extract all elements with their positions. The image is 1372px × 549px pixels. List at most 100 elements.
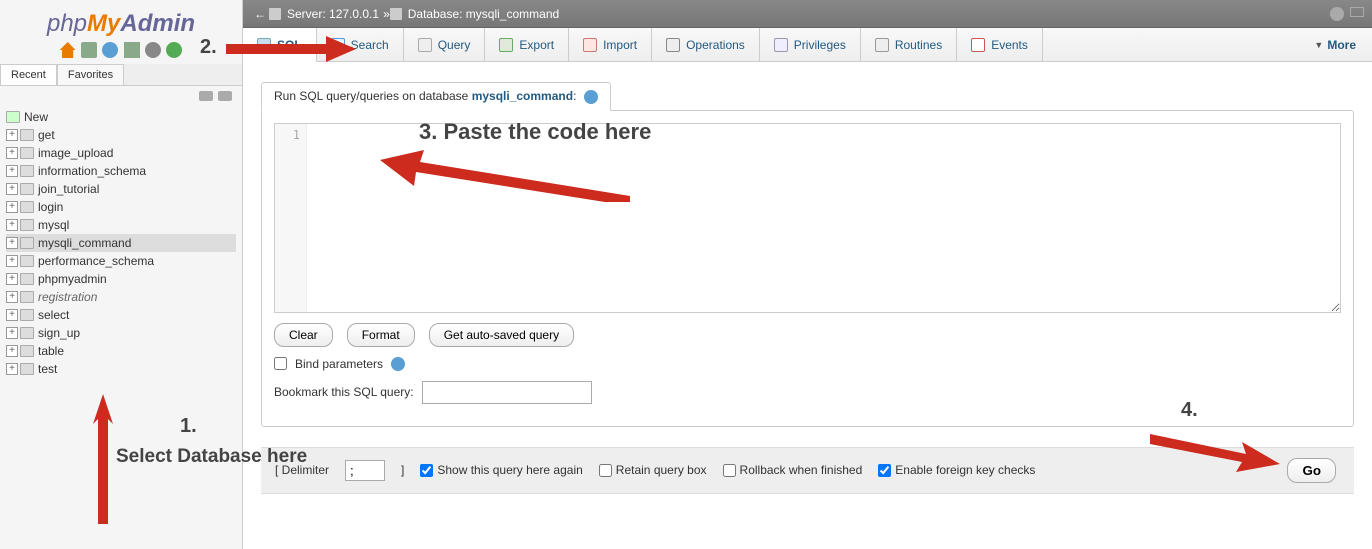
expand-icon[interactable]: + xyxy=(6,183,18,195)
help-icon[interactable] xyxy=(584,90,598,104)
privileges-icon xyxy=(774,38,788,52)
tree-item-label: mysqli_command xyxy=(38,236,131,250)
expand-icon[interactable]: + xyxy=(6,237,18,249)
bind-params-label: Bind parameters xyxy=(295,357,383,371)
retain-option[interactable]: Retain query box xyxy=(599,463,707,477)
crumb-server[interactable]: Server: 127.0.0.1 xyxy=(287,7,379,21)
docs-icon[interactable] xyxy=(102,42,118,58)
expand-icon[interactable]: + xyxy=(6,345,18,357)
go-button[interactable]: Go xyxy=(1287,458,1336,483)
tab-query[interactable]: Query xyxy=(404,28,486,61)
events-icon xyxy=(971,38,985,52)
expand-icon[interactable]: + xyxy=(6,219,18,231)
tab-events[interactable]: Events xyxy=(957,28,1043,61)
tab-privileges[interactable]: Privileges xyxy=(760,28,861,61)
tab-routines[interactable]: Routines xyxy=(861,28,957,61)
home-icon[interactable] xyxy=(60,42,76,58)
rollback-option[interactable]: Rollback when finished xyxy=(723,463,863,477)
tab-search[interactable]: Search xyxy=(317,28,404,61)
expand-icon[interactable]: + xyxy=(6,273,18,285)
clear-button[interactable]: Clear xyxy=(274,323,333,347)
database-icon xyxy=(20,165,34,177)
bookmark-input[interactable] xyxy=(422,381,592,404)
tab-favorites[interactable]: Favorites xyxy=(57,64,124,85)
tree-item-performance_schema[interactable]: +performance_schema xyxy=(6,252,236,270)
sidebar-toolbar xyxy=(0,42,242,64)
tree-item-select[interactable]: +select xyxy=(6,306,236,324)
nav-icon[interactable] xyxy=(124,42,140,58)
import-icon xyxy=(583,38,597,52)
page-settings-icon[interactable] xyxy=(1330,7,1344,21)
tree-item-label: phpmyadmin xyxy=(38,272,107,286)
tree-item-phpmyadmin[interactable]: + phpmyadmin xyxy=(6,270,236,288)
expand-icon[interactable]: + xyxy=(6,327,18,339)
rollback-checkbox[interactable] xyxy=(723,464,736,477)
query-icon xyxy=(418,38,432,52)
tab-import[interactable]: Import xyxy=(569,28,652,61)
tab-export[interactable]: Export xyxy=(485,28,569,61)
database-tree: New + get + image_upload +information_schema… xyxy=(0,108,242,378)
database-icon xyxy=(20,291,34,303)
tab-operations[interactable]: Operations xyxy=(652,28,760,61)
tree-item-join_tutorial[interactable]: +join_tutorial xyxy=(6,180,236,198)
retain-checkbox[interactable] xyxy=(599,464,612,477)
delimiter-input[interactable] xyxy=(345,460,385,481)
routines-icon xyxy=(875,38,889,52)
tree-item-label: login xyxy=(38,200,63,214)
tree-item-mysql[interactable]: +mysql xyxy=(6,216,236,234)
tree-item-test[interactable]: +test xyxy=(6,360,236,378)
tree-item-label: table xyxy=(38,344,64,358)
expand-icon[interactable]: + xyxy=(6,291,18,303)
expand-icon[interactable]: + xyxy=(6,129,18,141)
show-again-option[interactable]: Show this query here again xyxy=(420,463,582,477)
link-icon[interactable] xyxy=(218,91,232,101)
panel-toggle-icon[interactable] xyxy=(1350,7,1364,17)
fk-checkbox[interactable] xyxy=(878,464,891,477)
database-icon xyxy=(20,273,34,285)
tree-item-label: get xyxy=(38,128,55,142)
expand-icon[interactable]: + xyxy=(6,147,18,159)
fk-option[interactable]: Enable foreign key checks xyxy=(878,463,1035,477)
database-icon xyxy=(20,219,34,231)
database-icon xyxy=(20,363,34,375)
expand-icon[interactable]: + xyxy=(6,255,18,267)
sql-icon xyxy=(257,38,271,52)
format-button[interactable]: Format xyxy=(347,323,415,347)
expand-icon[interactable]: + xyxy=(6,201,18,213)
autosaved-button[interactable]: Get auto-saved query xyxy=(429,323,574,347)
help-icon[interactable] xyxy=(391,357,405,371)
top-tabs: SQL Search Query Export Import Operation… xyxy=(243,28,1372,62)
tree-item-get[interactable]: + get xyxy=(6,126,236,144)
expand-icon[interactable]: + xyxy=(6,309,18,321)
back-button[interactable]: ← xyxy=(251,7,269,21)
sql-title-db[interactable]: mysqli_command xyxy=(472,89,573,103)
expand-icon[interactable]: + xyxy=(6,363,18,375)
sql-textarea[interactable] xyxy=(307,124,1340,312)
tree-item-information_schema[interactable]: +information_schema xyxy=(6,162,236,180)
tab-recent[interactable]: Recent xyxy=(0,64,57,85)
tab-more[interactable]: ▼More xyxy=(1298,28,1372,61)
bind-params-checkbox[interactable] xyxy=(274,357,287,370)
reload-icon[interactable] xyxy=(166,42,182,58)
tree-item-image_upload[interactable]: + image_upload xyxy=(6,144,236,162)
gear-icon[interactable] xyxy=(145,42,161,58)
operations-icon xyxy=(666,38,680,52)
collapse-all-icon[interactable] xyxy=(199,91,213,101)
tree-item-table[interactable]: + table xyxy=(6,342,236,360)
tree-item-login[interactable]: + login xyxy=(6,198,236,216)
crumb-database[interactable]: Database: mysqli_command xyxy=(408,7,559,21)
tree-item-registration[interactable]: +registration xyxy=(6,288,236,306)
tree-item-mysqli_command[interactable]: + mysqli_command xyxy=(6,234,236,252)
tree-item-label: image_upload xyxy=(38,146,113,160)
sql-panel: Run SQL query/queries on database mysqli… xyxy=(261,82,1354,427)
tab-sql[interactable]: SQL xyxy=(243,28,317,62)
expand-icon[interactable]: + xyxy=(6,165,18,177)
tree-item-sign_up[interactable]: + sign_up xyxy=(6,324,236,342)
tree-new[interactable]: New xyxy=(6,108,236,126)
tree-item-label: sign_up xyxy=(38,326,80,340)
export-icon xyxy=(499,38,513,52)
show-again-checkbox[interactable] xyxy=(420,464,433,477)
search-icon xyxy=(331,38,345,52)
editor-gutter: 1 xyxy=(275,124,307,312)
logout-icon[interactable] xyxy=(81,42,97,58)
